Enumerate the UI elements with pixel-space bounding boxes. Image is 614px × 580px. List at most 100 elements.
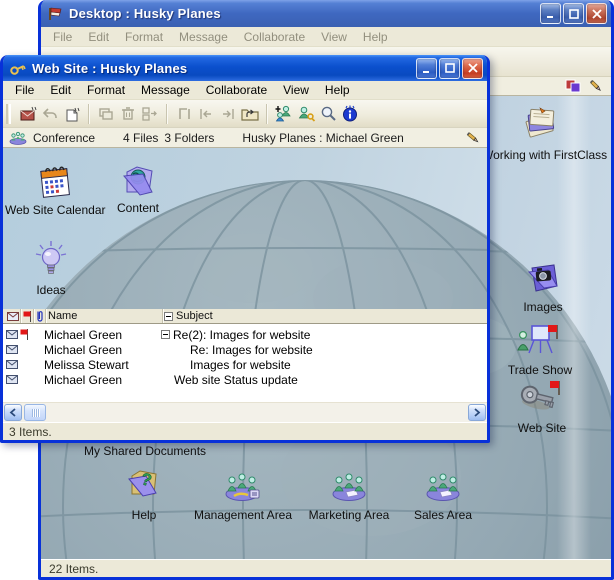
menu-collaborate[interactable]: Collaborate xyxy=(236,30,313,44)
item-count: 22 Items. xyxy=(49,562,98,576)
message-list-header: Name Subject xyxy=(3,309,487,324)
help-folder-icon: ? xyxy=(124,466,164,502)
content-icon-content[interactable]: Content xyxy=(98,164,178,215)
desktop-icon-management-area[interactable]: Management Area xyxy=(185,470,301,522)
menu-message[interactable]: Message xyxy=(133,83,198,97)
flag-icon xyxy=(23,311,32,322)
scroll-right-button[interactable] xyxy=(468,404,486,421)
message-subject: Images for website xyxy=(190,358,291,372)
menu-file[interactable]: File xyxy=(45,30,80,44)
icon-label: Working with FirstClass xyxy=(482,148,598,162)
images-folder-icon xyxy=(524,262,562,294)
reply-icon xyxy=(39,103,61,125)
collapse-thread-icon[interactable] xyxy=(161,330,170,339)
menu-format[interactable]: Format xyxy=(79,83,133,97)
menu-message[interactable]: Message xyxy=(171,30,236,44)
paperclip-icon xyxy=(35,310,44,323)
key-icon xyxy=(517,379,567,415)
content-icon-ideas[interactable]: Ideas xyxy=(11,240,91,297)
content-folder-icon xyxy=(98,164,178,200)
layers-icon[interactable] xyxy=(565,79,581,93)
name-column-header[interactable]: Name xyxy=(46,309,163,323)
info-icon[interactable] xyxy=(339,103,361,125)
attachment-column-header[interactable] xyxy=(34,309,46,323)
message-row[interactable]: Michael Green Re: Images for website xyxy=(3,342,487,357)
group-area-icon xyxy=(220,470,266,502)
menu-view[interactable]: View xyxy=(275,83,317,97)
desktop-icon-sales-area[interactable]: Sales Area xyxy=(385,470,501,522)
window-title: Web Site : Husky Planes xyxy=(32,61,416,76)
content-icon-web-site-calendar[interactable]: Web Site Calendar xyxy=(5,162,105,217)
envelope-icon xyxy=(7,312,19,321)
new-document-icon[interactable] xyxy=(61,103,83,125)
pencil-icon[interactable] xyxy=(466,131,481,145)
icon-label: Trade Show xyxy=(482,363,598,377)
screen: Desktop : Husky Planes File Edit Format … xyxy=(0,0,614,580)
close-button[interactable] xyxy=(462,58,483,79)
menu-help[interactable]: Help xyxy=(355,30,396,44)
maximize-button[interactable] xyxy=(439,58,460,79)
location-path: Husky Planes : Michael Green xyxy=(242,131,403,145)
menu-edit[interactable]: Edit xyxy=(42,83,79,97)
add-member-icon[interactable] xyxy=(273,103,295,125)
desktop-statusbar: 22 Items. xyxy=(41,559,611,577)
next-icon xyxy=(217,103,239,125)
minimize-button[interactable] xyxy=(540,3,561,24)
permissions-icon[interactable] xyxy=(295,103,317,125)
menu-format[interactable]: Format xyxy=(117,30,171,44)
minimize-button[interactable] xyxy=(416,58,437,79)
sender-name: Michael Green xyxy=(33,373,161,387)
key-icon xyxy=(9,61,26,75)
parent-folder-icon[interactable] xyxy=(239,103,261,125)
menu-help[interactable]: Help xyxy=(317,83,358,97)
open-icon xyxy=(95,103,117,125)
collapse-all-icon[interactable] xyxy=(164,312,173,321)
menu-edit[interactable]: Edit xyxy=(80,30,117,44)
scrollbar-thumb[interactable] xyxy=(24,404,46,421)
toolbar-grip[interactable] xyxy=(6,104,11,124)
message-row[interactable]: Melissa Stewart Images for website xyxy=(3,357,487,372)
envelope-icon xyxy=(6,375,20,384)
menu-collaborate[interactable]: Collaborate xyxy=(198,83,275,97)
subject-column-header[interactable]: Subject xyxy=(163,309,487,323)
desktop-icon-my-shared-documents[interactable]: My Shared Documents xyxy=(84,443,244,458)
menu-view[interactable]: View xyxy=(313,30,355,44)
close-button[interactable] xyxy=(586,3,607,24)
search-icon[interactable] xyxy=(317,103,339,125)
toolbar-separator xyxy=(88,104,90,124)
files-count: 4 Files xyxy=(123,131,158,145)
desktop-menubar: File Edit Format Message Collaborate Vie… xyxy=(41,27,611,47)
message-list: Michael Green Re(2): Images for website … xyxy=(3,324,487,402)
message-subject: Web site Status update xyxy=(174,373,298,387)
desktop-icon-images[interactable]: Images xyxy=(485,262,601,314)
flag-icon xyxy=(20,329,33,340)
maximize-button[interactable] xyxy=(563,3,584,24)
pencil-icon[interactable] xyxy=(589,79,603,93)
desktop-icon-working-with-firstclass[interactable]: Working with FirstClass xyxy=(482,104,598,162)
scroll-left-button[interactable] xyxy=(4,404,22,421)
presentation-easel-icon xyxy=(515,323,565,357)
container-type-label: Conference xyxy=(33,131,95,145)
desktop-window-titlebar[interactable]: Desktop : Husky Planes xyxy=(41,0,611,27)
group-area-icon xyxy=(326,470,372,502)
envelope-icon xyxy=(6,345,20,354)
toolbar xyxy=(3,100,487,128)
horizontal-scrollbar[interactable] xyxy=(3,402,487,422)
web-site-window-titlebar[interactable]: Web Site : Husky Planes xyxy=(3,55,487,81)
flag-column-header[interactable] xyxy=(21,309,34,323)
new-message-icon[interactable] xyxy=(17,103,39,125)
window-title: Desktop : Husky Planes xyxy=(69,6,540,21)
message-subject: Re: Images for website xyxy=(190,343,313,357)
message-row[interactable]: Michael Green Re(2): Images for website xyxy=(3,327,487,342)
message-row[interactable]: Michael Green Web site Status update xyxy=(3,372,487,387)
envelope-column-header[interactable] xyxy=(6,309,21,323)
lightbulb-icon xyxy=(11,240,91,282)
icon-label: Management Area xyxy=(185,508,301,522)
firstclass-flag-icon xyxy=(47,6,63,21)
desktop-icon-web-site[interactable]: Web Site xyxy=(484,379,600,435)
desktop-icon-trade-show[interactable]: Trade Show xyxy=(482,323,598,377)
web-site-statusbar: 3 Items. xyxy=(3,422,487,440)
menu-file[interactable]: File xyxy=(7,83,42,97)
conference-icon xyxy=(9,131,27,145)
sender-name: Michael Green xyxy=(33,328,161,342)
